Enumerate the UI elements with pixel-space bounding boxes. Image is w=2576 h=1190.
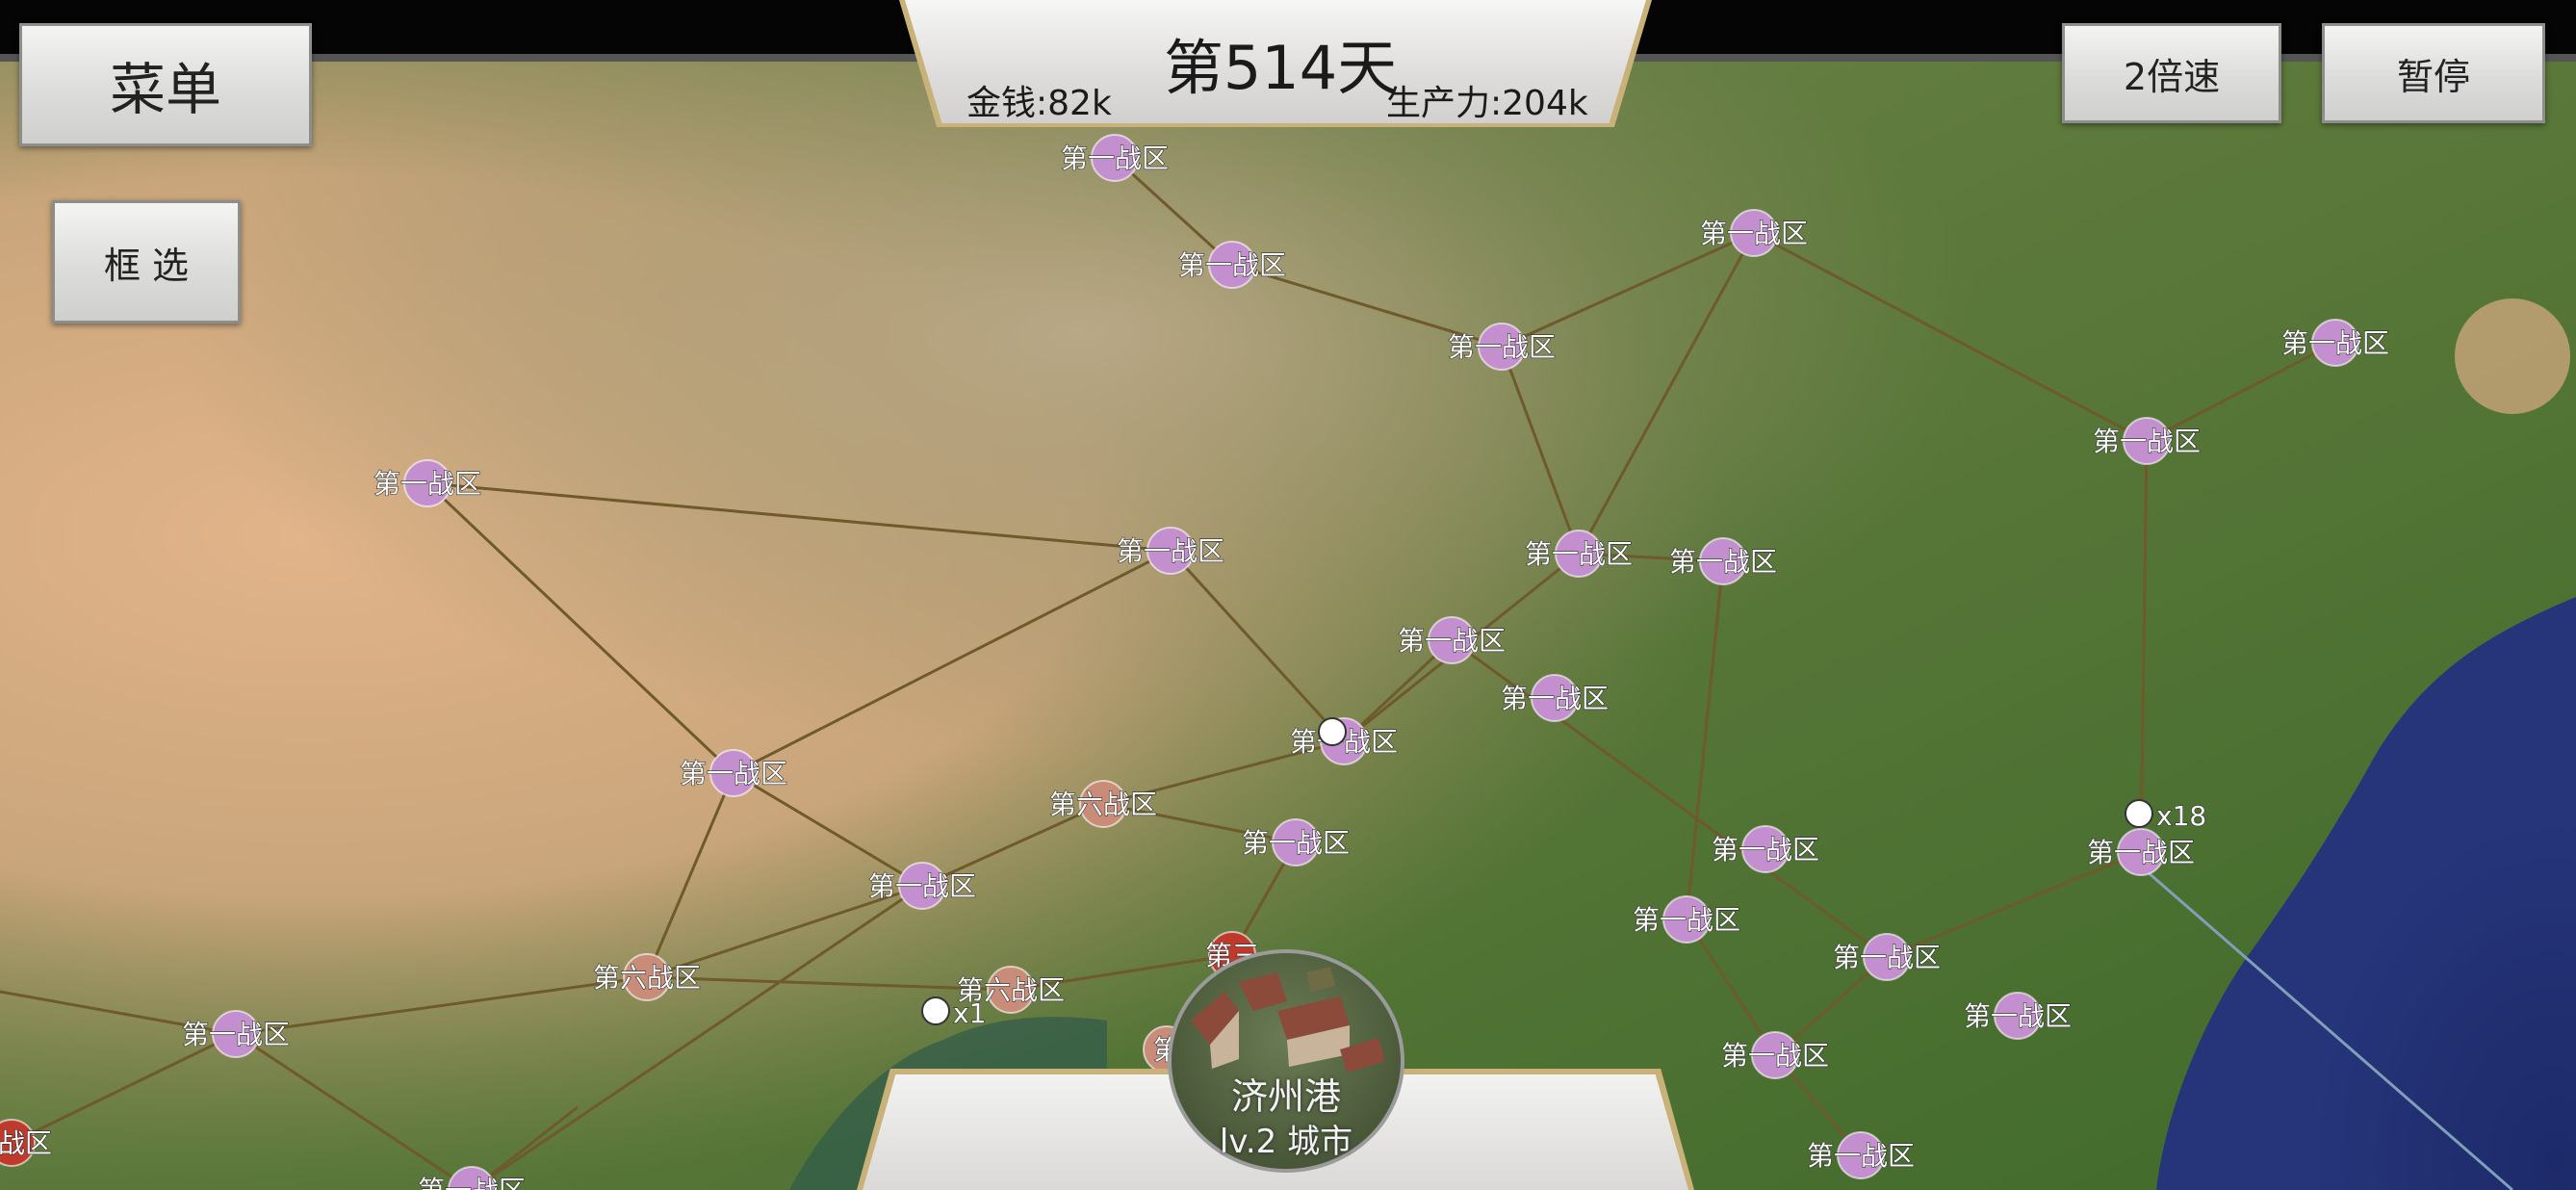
unit-count: x18 [2156,800,2206,832]
money-readout: 金钱:82k [966,84,1112,123]
map-node[interactable]: 第一战区 [1524,530,1634,578]
production-readout: 生产力:204k [1386,84,1588,123]
node-label: 第一战区 [1398,625,1506,657]
node-label: 第一战区 [1061,142,1169,174]
map-node[interactable]: 第六战区 [592,953,702,1001]
node-label: 第六战区 [1049,789,1157,820]
menu-button[interactable]: 菜单 [19,23,312,146]
node-label: 第一战区 [1178,249,1286,281]
node-label: 第一战区 [1712,834,1819,866]
node-label: 第一战区 [374,468,481,500]
node-label: 第一战区 [182,1019,290,1050]
unit-marker-icon[interactable] [2125,799,2153,828]
map-node[interactable]: 第一战区 [2280,319,2390,367]
node-label: 第一战区 [1501,683,1609,714]
node-label: 第一战区 [1807,1140,1915,1172]
unit-marker-icon[interactable] [921,996,950,1025]
map-node[interactable]: 第一战区 [1668,537,1778,585]
node-label: 第一战区 [1700,218,1808,249]
map-node[interactable]: 第一战区 [2086,828,2196,876]
map-node[interactable]: 第一战区 [1711,825,1820,873]
node-label: 第一战区 [1964,1000,2072,1032]
map-node[interactable]: 第一战区 [1241,818,1351,867]
pause-button[interactable]: 暂停 [2322,23,2545,123]
day-counter: 第514天 [1163,33,1398,103]
unit-marker-icon[interactable] [1318,717,1347,746]
node-label: 第一战区 [1633,904,1740,936]
node-label: 三战区 [0,1127,52,1159]
map-node[interactable]: 第一战区 [1447,323,1557,371]
box-select-button[interactable]: 框 选 [52,200,241,323]
map-node[interactable]: 第一战区 [679,749,788,797]
node-label: 第一战区 [418,1175,526,1190]
map-node[interactable]: 第一战区 [1806,1131,1916,1179]
map-node[interactable]: 第一战区 [1060,134,1170,182]
node-label: 第一战区 [2087,837,2195,868]
building-icon [1239,972,1287,1011]
map-node[interactable]: 第一战区 [1832,933,1942,981]
node-label: 第一战区 [1525,538,1633,570]
map-node[interactable]: 第一战区 [1500,674,1610,722]
node-label: 第一战区 [1669,546,1777,578]
node-label: 第一战区 [868,870,976,902]
unit-count: x1 [953,997,986,1029]
node-label: 第一战区 [1833,942,1941,973]
map-node[interactable]: 第六战区 [1048,780,1158,828]
map-node[interactable]: 第一战区 [1720,1031,1830,1079]
map-node[interactable]: 第一战区 [181,1010,291,1058]
map-node[interactable]: 第一战区 [1116,527,1225,575]
city-name: 济州港 [1230,1075,1341,1118]
city-level: lv.2 城市 [1219,1123,1353,1161]
node-label: 第一战区 [2093,426,2201,457]
node-label: 第一战区 [1721,1040,1829,1072]
map-node[interactable]: 第一战区 [2092,417,2202,465]
node-label: 第一战区 [2281,327,2389,359]
map-node[interactable]: 第一战区 [373,459,482,507]
speed-button[interactable]: 2倍速 [2062,23,2281,123]
node-label: 第六战区 [593,962,701,994]
map-node[interactable]: 第一战区 [1177,241,1287,289]
map-node[interactable]: 第一战区 [1699,209,1809,257]
island-patch [2455,298,2570,414]
map-node[interactable]: 第一战区 [1397,616,1507,664]
node-label: 第一战区 [1242,827,1350,859]
map-node[interactable]: 第一战区 [1632,895,1741,944]
node-label: 第一战区 [1448,331,1556,363]
node-label: 第一战区 [680,758,787,789]
node-label: 第一战区 [1117,535,1224,567]
map-node[interactable]: 第一战区 [867,862,977,910]
map-node[interactable]: 三战区 [0,1119,53,1167]
building-icon [1306,967,1335,992]
map-node[interactable]: 第一战区 [1963,992,2073,1040]
